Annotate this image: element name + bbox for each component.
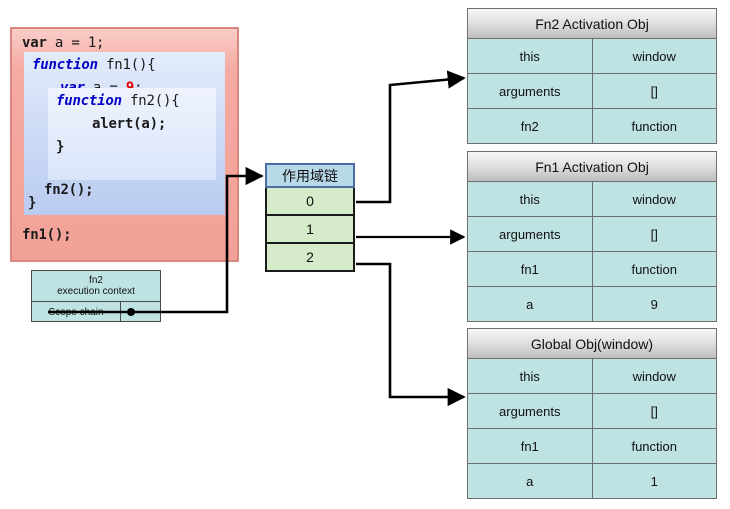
scope-chain-header: 作用域链 bbox=[265, 163, 355, 188]
table-row: this window bbox=[468, 359, 716, 394]
code-line-fn1-close: } bbox=[28, 195, 37, 211]
scope-chain-entry-2: 2 bbox=[265, 244, 355, 272]
scope-chain-entry-0: 0 bbox=[265, 188, 355, 216]
fn1-code-block: function fn1(){ var a = 9; function fn2(… bbox=[24, 52, 225, 215]
row-key: arguments bbox=[468, 217, 593, 251]
global-object-title: Global Obj(window) bbox=[468, 329, 716, 359]
row-value: window bbox=[632, 191, 676, 207]
row-value: [] bbox=[650, 83, 658, 99]
row-key: this bbox=[468, 359, 593, 393]
code-line-global-call-fn1: fn1(); bbox=[22, 227, 72, 243]
code-line-fn2-body: alert(a); bbox=[92, 116, 167, 132]
code-text-global-var: a = 1; bbox=[46, 35, 105, 51]
row-key: this bbox=[468, 182, 593, 216]
code-line-global-var: var a = 1; bbox=[22, 35, 104, 51]
table-row: this window bbox=[468, 182, 716, 217]
row-key: this bbox=[468, 39, 593, 73]
row-value: function bbox=[631, 438, 678, 454]
table-row: fn2 function bbox=[468, 109, 716, 143]
global-code-block: var a = 1; function fn1(){ var a = 9; fu… bbox=[10, 27, 239, 262]
row-key: arguments bbox=[468, 394, 593, 428]
table-row: a 1 bbox=[468, 464, 716, 498]
row-value: [] bbox=[650, 226, 658, 242]
dot-pointer-icon bbox=[127, 308, 135, 316]
table-row: fn1 function bbox=[468, 429, 716, 464]
row-key: a bbox=[468, 464, 593, 498]
row-value: 9 bbox=[650, 296, 658, 312]
wire-scope-0-to-fn2-activation bbox=[356, 70, 466, 204]
scope-chain-diagram: var a = 1; function fn1(){ var a = 9; fu… bbox=[0, 0, 730, 509]
row-key: fn1 bbox=[468, 252, 593, 286]
table-row: arguments [] bbox=[468, 394, 716, 429]
row-key: a bbox=[468, 287, 593, 321]
table-row: arguments [] bbox=[468, 217, 716, 252]
row-key: arguments bbox=[468, 74, 593, 108]
scope-chain-box: 作用域链 0 1 2 bbox=[265, 163, 355, 273]
row-key: fn1 bbox=[468, 429, 593, 463]
fn2-code-block: function fn2(){ alert(a); } bbox=[48, 88, 216, 180]
fn1-activation-object: Fn1 Activation Obj this window arguments… bbox=[467, 151, 717, 322]
code-line-fn2-decl: function fn2(){ bbox=[56, 93, 180, 109]
row-value: function bbox=[631, 118, 678, 134]
execution-context-name: fn2 bbox=[89, 275, 103, 286]
scope-chain-label: Scope chain bbox=[32, 302, 121, 322]
fn2-activation-object: Fn2 Activation Obj this window arguments… bbox=[467, 8, 717, 144]
keyword-function-fn2: function bbox=[56, 93, 122, 109]
code-line-fn1-decl: function fn1(){ bbox=[32, 57, 156, 73]
table-row: arguments [] bbox=[468, 74, 716, 109]
row-value: [] bbox=[650, 403, 658, 419]
fn2-activation-object-title: Fn2 Activation Obj bbox=[468, 9, 716, 39]
code-line-fn1-call-fn2: fn2(); bbox=[44, 182, 94, 198]
row-value: 1 bbox=[650, 473, 658, 489]
execution-context-title: fn2 execution context bbox=[32, 271, 160, 302]
keyword-function-fn1: function bbox=[32, 57, 98, 73]
scope-chain-row: Scope chain bbox=[32, 302, 160, 322]
code-text-fn2-decl: fn2(){ bbox=[121, 93, 180, 109]
keyword-var-global: var bbox=[22, 35, 47, 51]
global-object: Global Obj(window) this window arguments… bbox=[467, 328, 717, 499]
execution-context-subtitle: execution context bbox=[57, 286, 135, 297]
table-row: fn1 function bbox=[468, 252, 716, 287]
wire-scope-2-to-global-object bbox=[356, 262, 466, 407]
table-row: this window bbox=[468, 39, 716, 74]
row-value: function bbox=[631, 261, 678, 277]
fn2-execution-context: fn2 execution context Scope chain bbox=[31, 270, 161, 322]
code-text-fn1-decl: fn1(){ bbox=[97, 57, 156, 73]
row-value: window bbox=[632, 368, 676, 384]
row-key: fn2 bbox=[468, 109, 593, 143]
code-line-fn2-close: } bbox=[56, 139, 65, 155]
scope-chain-pointer-cell bbox=[121, 302, 160, 322]
fn1-activation-object-title: Fn1 Activation Obj bbox=[468, 152, 716, 182]
scope-chain-entry-1: 1 bbox=[265, 216, 355, 244]
row-value: window bbox=[632, 48, 676, 64]
table-row: a 9 bbox=[468, 287, 716, 321]
